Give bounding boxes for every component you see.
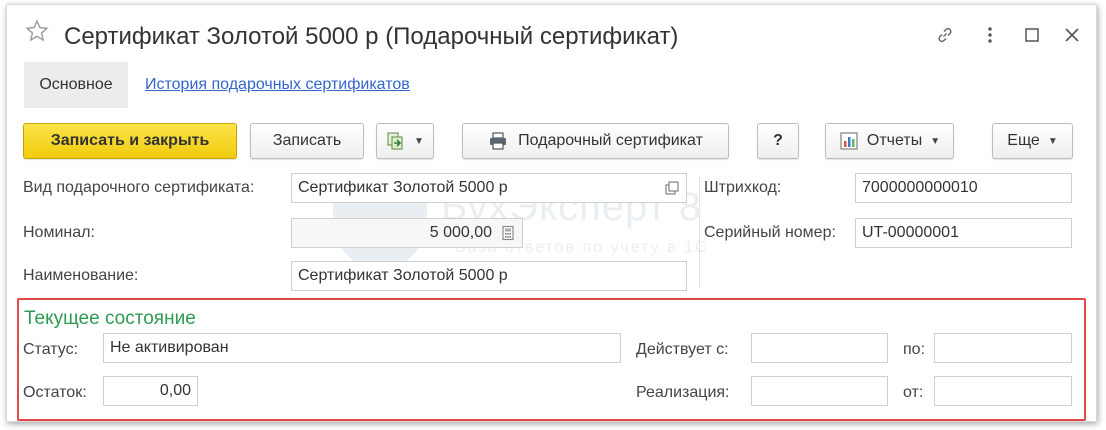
reports-label: Отчеты xyxy=(866,132,923,149)
chevron-down-icon: ▼ xyxy=(930,135,941,147)
serial-number-value: UT-00000001 xyxy=(862,224,959,241)
star-icon[interactable] xyxy=(25,19,49,43)
serial-number-label: Серийный номер: xyxy=(704,224,836,241)
chevron-down-icon: ▼ xyxy=(414,135,424,147)
open-icon[interactable] xyxy=(664,180,680,196)
chevron-down-icon: ▼ xyxy=(1047,135,1058,147)
nominal-field: 5 000,00 xyxy=(291,218,523,248)
certificate-type-field[interactable]: Сертификат Золотой 5000 р xyxy=(291,173,687,203)
sale-field[interactable] xyxy=(751,376,888,406)
status-label: Статус: xyxy=(23,341,79,358)
name-value: Сертификат Золотой 5000 р xyxy=(298,267,508,284)
balance-value: 0,00 xyxy=(159,382,191,399)
window-title: Сертификат Золотой 5000 р (Подарочный се… xyxy=(64,23,679,50)
save-and-close-button[interactable]: Записать и закрыть xyxy=(23,123,237,159)
save-button[interactable]: Записать xyxy=(250,123,364,159)
title-bar: Сертификат Золотой 5000 р (Подарочный се… xyxy=(7,5,1096,63)
link-icon[interactable] xyxy=(935,25,955,45)
balance-label: Остаток: xyxy=(23,384,87,401)
column-divider xyxy=(699,177,700,287)
create-based-on-button[interactable]: ▼ xyxy=(376,123,434,159)
current-state-title: Текущее состояние xyxy=(24,308,196,329)
print-certificate-button[interactable]: Подарочный сертификат xyxy=(462,123,729,159)
valid-to-field[interactable]: . . xyxy=(934,333,1072,363)
name-field[interactable]: Сертификат Золотой 5000 р xyxy=(291,261,687,291)
calculator-icon[interactable] xyxy=(500,225,516,241)
help-button[interactable]: ? xyxy=(757,123,799,159)
sale-label: Реализация: xyxy=(636,384,730,401)
barcode-field[interactable]: 7000000000010 xyxy=(855,173,1072,203)
sale-date-field[interactable]: . . xyxy=(934,376,1072,406)
name-label: Наименование: xyxy=(23,267,139,284)
history-link[interactable]: История подарочных сертификатов xyxy=(145,76,410,94)
valid-from-label: Действует с: xyxy=(636,341,729,358)
certificate-window: Сертификат Золотой 5000 р (Подарочный се… xyxy=(6,4,1097,422)
barcode-label: Штрихкод: xyxy=(704,179,782,196)
printer-icon xyxy=(490,132,507,150)
print-certificate-label: Подарочный сертификат xyxy=(518,132,703,149)
more-actions-label: Еще xyxy=(1007,132,1040,149)
nominal-value: 5 000,00 xyxy=(429,224,492,241)
save-and-close-label: Записать и закрыть xyxy=(50,132,210,149)
valid-to-label: по: xyxy=(903,341,926,358)
reports-button[interactable]: Отчеты ▼ xyxy=(825,123,954,159)
sale-date-label: от: xyxy=(903,384,924,401)
barcode-value: 7000000000010 xyxy=(862,179,978,196)
help-label: ? xyxy=(773,132,783,149)
status-field[interactable]: Не активирован xyxy=(103,333,621,363)
more-actions-button[interactable]: Еще ▼ xyxy=(992,123,1073,159)
tab-main[interactable]: Основное xyxy=(24,62,128,108)
balance-field[interactable]: 0,00 xyxy=(103,376,198,406)
maximize-icon[interactable] xyxy=(1022,25,1042,45)
nominal-label: Номинал: xyxy=(23,224,95,241)
certificate-type-value: Сертификат Золотой 5000 р xyxy=(298,179,508,196)
certificate-type-label: Вид подарочного сертификата: xyxy=(23,179,255,196)
status-value: Не активирован xyxy=(110,339,229,356)
save-label: Записать xyxy=(272,132,342,149)
valid-from-field[interactable]: . . xyxy=(751,333,888,363)
create-based-on-icon xyxy=(387,132,403,150)
serial-number-field[interactable]: UT-00000001 xyxy=(855,218,1072,248)
close-icon[interactable] xyxy=(1062,25,1082,45)
more-vertical-icon[interactable] xyxy=(980,25,1000,45)
report-icon xyxy=(840,132,858,150)
